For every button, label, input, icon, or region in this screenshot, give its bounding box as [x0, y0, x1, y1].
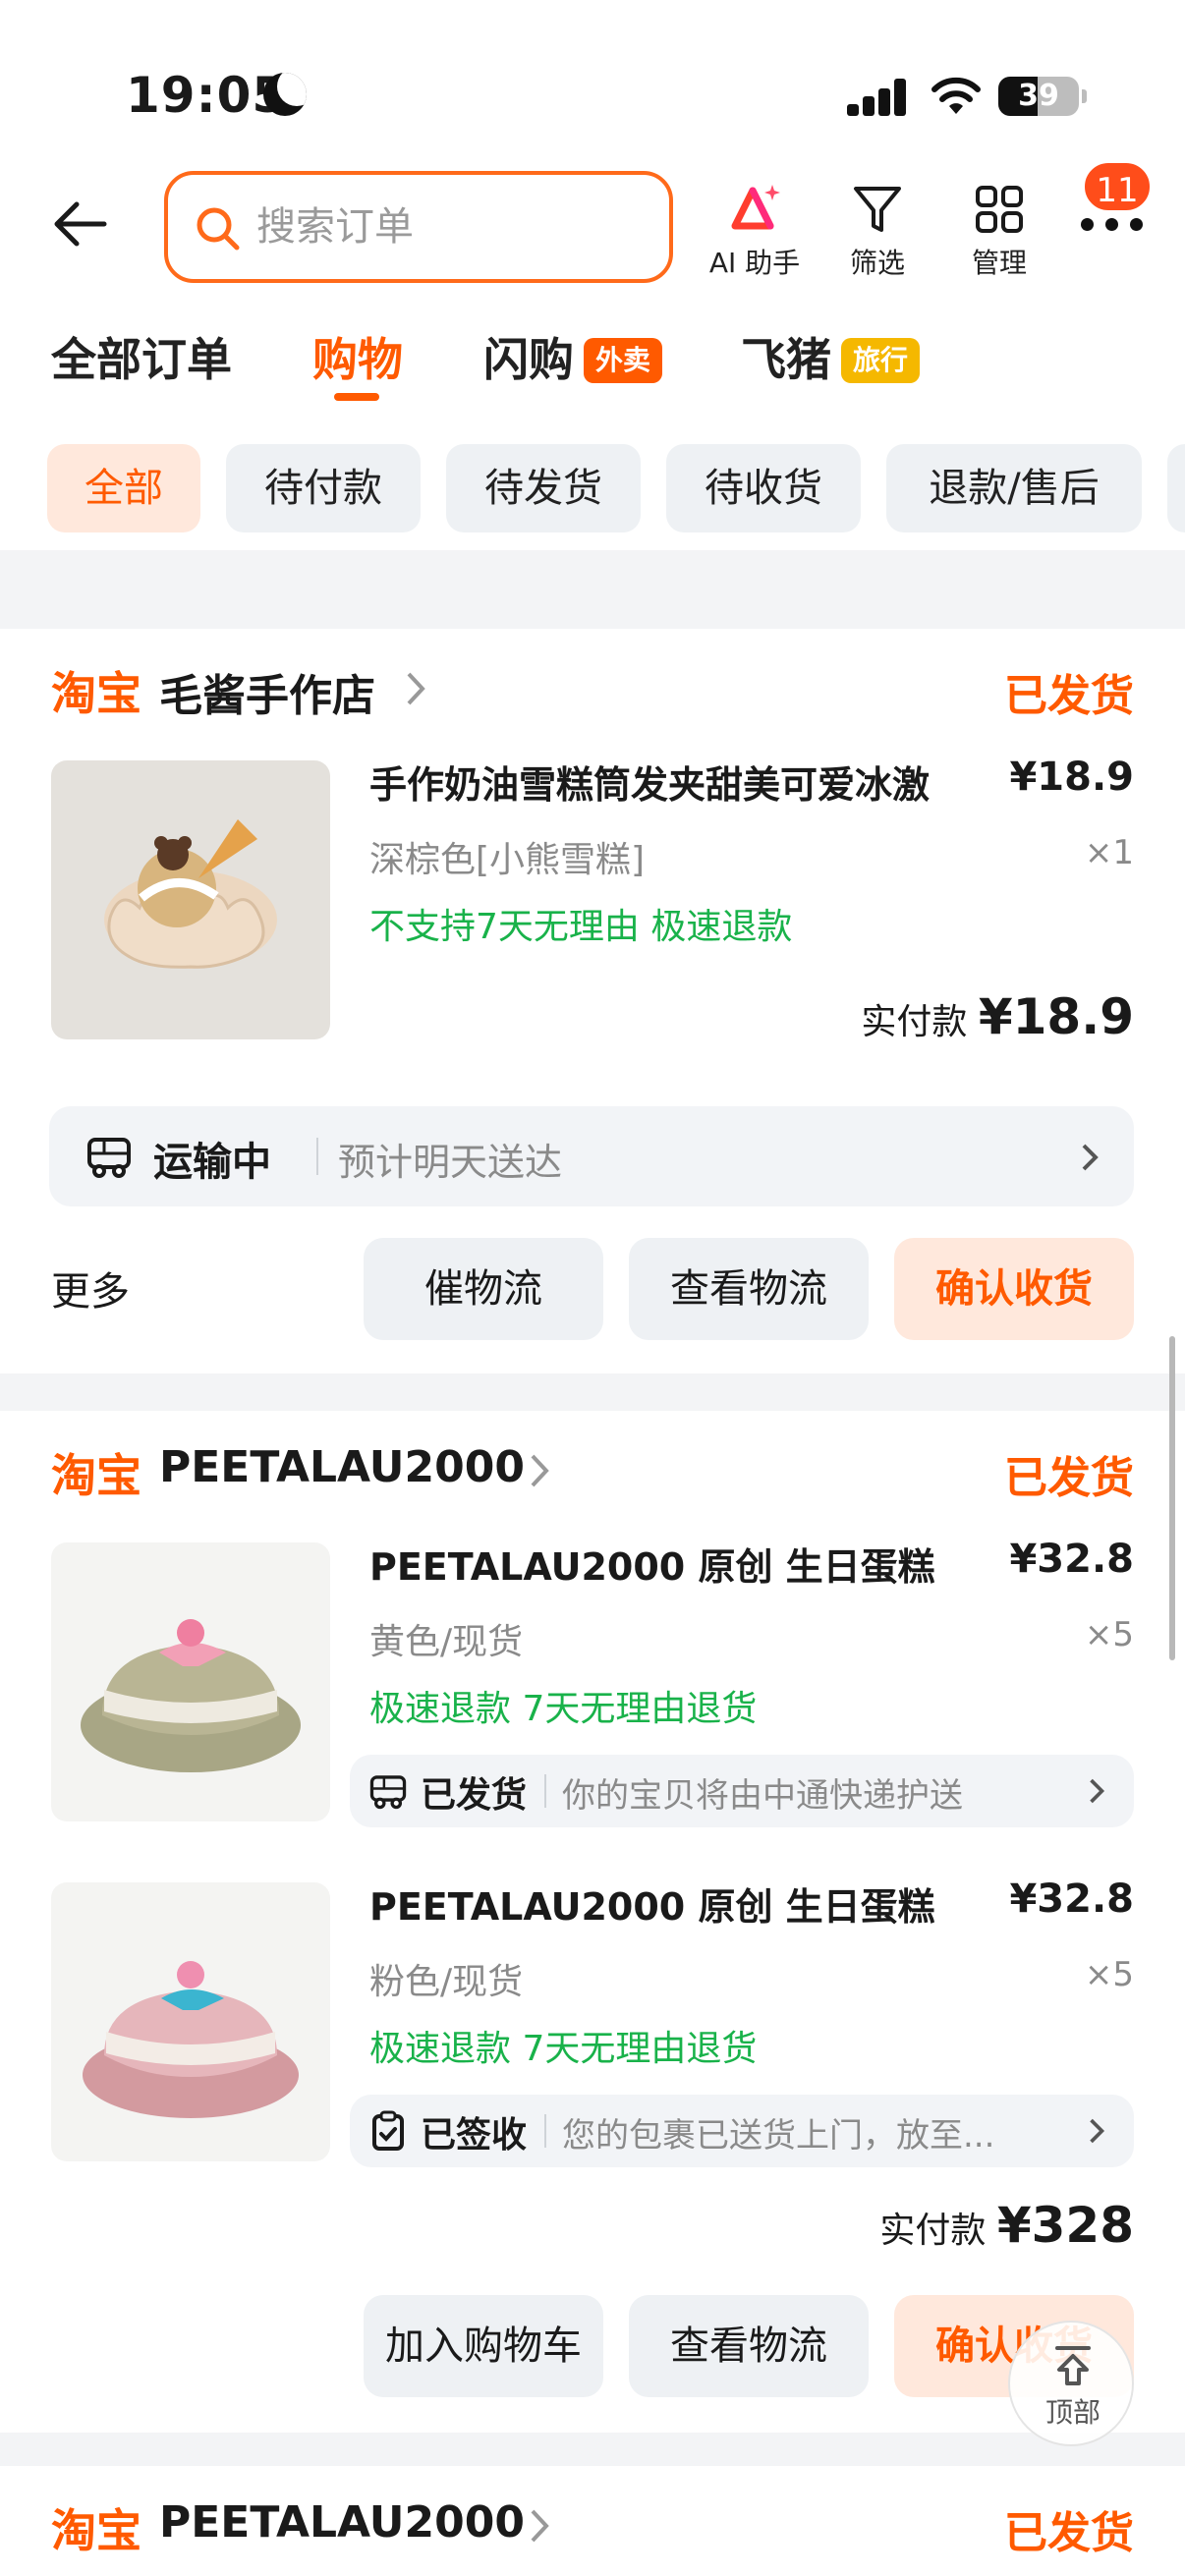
- header: 19:05 39 搜索订单 AI 助手 筛选 管理 11 全部订单 购物 闪购 …: [0, 0, 1185, 550]
- battery-icon: 39: [998, 77, 1087, 116]
- product-thumbnail[interactable]: [51, 1542, 330, 1821]
- order-card: 淘宝 PEETALAU2000 已发货 PEETALAU2000 原创 生日蛋糕…: [0, 1411, 1185, 2433]
- chevron-right-icon: [531, 2509, 549, 2543]
- product-qty: ×5: [1084, 1955, 1134, 1994]
- order-status: 已发货: [1004, 1453, 1134, 1503]
- travel-tag: 旅行: [841, 338, 921, 383]
- taobao-brand: 淘宝: [51, 2504, 141, 2557]
- product-title[interactable]: PEETALAU2000 原创 生日蛋糕: [369, 1876, 935, 1931]
- view-logistics-button[interactable]: 查看物流: [629, 1238, 869, 1340]
- confirm-receipt-button[interactable]: 确认收货: [894, 1238, 1134, 1340]
- chip-pending-receipt[interactable]: 待收货: [666, 444, 861, 532]
- service-tags: 极速退款 7天无理由退货: [369, 2029, 758, 2069]
- order-status: 已发货: [1004, 2508, 1134, 2558]
- service-tags: 极速退款 7天无理由退货: [369, 1689, 758, 1729]
- chip-refund-aftersale[interactable]: 退款/售后: [886, 444, 1142, 532]
- order-card: 淘宝 毛酱手作店 已发货 手作奶油雪糕筒发夹甜美可爱冰激 ¥18.9 深棕色[小…: [0, 629, 1185, 1373]
- taobao-brand: 淘宝: [51, 1449, 141, 1502]
- item-logistics-bar[interactable]: 已签收 您的包裹已送货上门，放至...: [350, 2095, 1134, 2167]
- paid-amount: ¥328: [996, 2197, 1134, 2254]
- chip-pending-shipment[interactable]: 待发货: [446, 444, 641, 532]
- order-status: 已发货: [1004, 671, 1134, 721]
- filter-button[interactable]: 筛选: [823, 183, 931, 281]
- shop-name[interactable]: 毛酱手作店: [159, 660, 375, 723]
- wifi-icon: [931, 77, 981, 114]
- product-title[interactable]: 手作奶油雪糕筒发夹甜美可爱冰激: [369, 755, 930, 809]
- manage-label: 管理: [971, 247, 1027, 279]
- product-title[interactable]: PEETALAU2000 原创 生日蛋糕: [369, 1537, 935, 1591]
- active-tab-indicator: [334, 393, 379, 401]
- more-icon[interactable]: [1081, 214, 1144, 234]
- product-qty: ×5: [1084, 1615, 1134, 1654]
- add-to-cart-button[interactable]: 加入购物车: [364, 2295, 603, 2397]
- paid-total: 实付款 ¥18.9: [861, 988, 1134, 1045]
- ai-assistant-icon: [731, 185, 780, 230]
- product-thumbnail[interactable]: [51, 760, 330, 1039]
- signal-icon: [847, 79, 908, 116]
- truck-icon: [369, 1775, 407, 1810]
- service-tags: 不支持7天无理由 极速退款: [369, 907, 793, 947]
- back-to-top-button[interactable]: 顶部: [1008, 2321, 1134, 2446]
- logistics-detail: 你的宝贝将由中通快递护送: [562, 1776, 963, 1816]
- logistics-state: 运输中: [153, 1140, 271, 1185]
- logistics-state: 已发货: [421, 1775, 528, 1816]
- urge-logistics-button[interactable]: 催物流: [364, 1238, 603, 1340]
- paid-label: 实付款: [861, 1002, 968, 1042]
- more-link[interactable]: 更多: [51, 1260, 130, 1316]
- search-input[interactable]: 搜索订单: [164, 171, 673, 283]
- logistics-detail: 您的包裹已送货上门，放至...: [562, 2116, 995, 2156]
- clipboard-check-icon: [372, 2110, 404, 2151]
- search-icon: [197, 207, 240, 251]
- ai-assistant-label: AI 助手: [708, 247, 801, 279]
- paid-total: 实付款 ¥328: [879, 2197, 1134, 2254]
- product-spec: 黄色/现货: [369, 1622, 524, 1662]
- arrow-up-icon: [1055, 2346, 1091, 2385]
- paid-amount: ¥18.9: [978, 988, 1134, 1045]
- back-to-top-label: 顶部: [1044, 2396, 1100, 2429]
- logistics-state: 已签收: [421, 2115, 528, 2156]
- logistics-detail: 预计明天送达: [338, 1141, 563, 1184]
- takeout-tag: 外卖: [584, 338, 663, 383]
- shop-name[interactable]: PEETALAU2000: [159, 1442, 525, 1492]
- filter-label: 筛选: [849, 247, 905, 279]
- product-price: ¥18.9: [1009, 755, 1134, 800]
- ai-assistant-button[interactable]: AI 助手: [701, 183, 809, 281]
- moon-icon: [263, 73, 307, 116]
- chevron-right-icon: [1090, 1778, 1105, 1804]
- scrollbar[interactable]: [1169, 1336, 1175, 1660]
- product-spec: 深棕色[小熊雪糕]: [369, 840, 646, 880]
- chevron-right-icon: [407, 672, 425, 705]
- grid-icon: [976, 186, 1023, 233]
- chip-pending-payment[interactable]: 待付款: [226, 444, 421, 532]
- tab-flash-buy[interactable]: 闪购: [483, 330, 574, 389]
- tab-shopping[interactable]: 购物: [312, 330, 403, 389]
- product-thumbnail[interactable]: [51, 1882, 330, 2161]
- chevron-right-icon: [531, 1454, 549, 1487]
- product-spec: 粉色/现货: [369, 1962, 524, 2002]
- filter-icon: [854, 187, 901, 232]
- battery-level: 39: [1018, 79, 1059, 113]
- tab-all-orders[interactable]: 全部订单: [51, 330, 232, 389]
- view-logistics-button[interactable]: 查看物流: [629, 2295, 869, 2397]
- logistics-bar[interactable]: 运输中 预计明天送达: [49, 1106, 1134, 1206]
- manage-button[interactable]: 管理: [945, 183, 1053, 281]
- tab-fliggy[interactable]: 飞猪: [741, 330, 831, 389]
- item-logistics-bar[interactable]: 已发货 你的宝贝将由中通快递护送: [350, 1755, 1134, 1827]
- product-qty: ×1: [1084, 833, 1134, 872]
- order-card: 淘宝 PEETALAU2000 已发货: [0, 2466, 1185, 2576]
- chip-overflow[interactable]: [1167, 444, 1185, 532]
- chevron-right-icon: [1090, 2118, 1105, 2144]
- product-price: ¥32.8: [1009, 1876, 1134, 1922]
- notification-badge: 11: [1081, 159, 1154, 214]
- taobao-brand: 淘宝: [51, 667, 141, 720]
- truck-icon: [87, 1138, 131, 1178]
- chevron-right-icon: [1082, 1144, 1099, 1171]
- search-placeholder: 搜索订单: [256, 204, 414, 250]
- product-price: ¥32.8: [1009, 1537, 1134, 1582]
- paid-label: 实付款: [879, 2211, 987, 2251]
- chip-all[interactable]: 全部: [47, 444, 200, 532]
- shop-name[interactable]: PEETALAU2000: [159, 2497, 525, 2548]
- back-arrow-icon[interactable]: [49, 195, 108, 253]
